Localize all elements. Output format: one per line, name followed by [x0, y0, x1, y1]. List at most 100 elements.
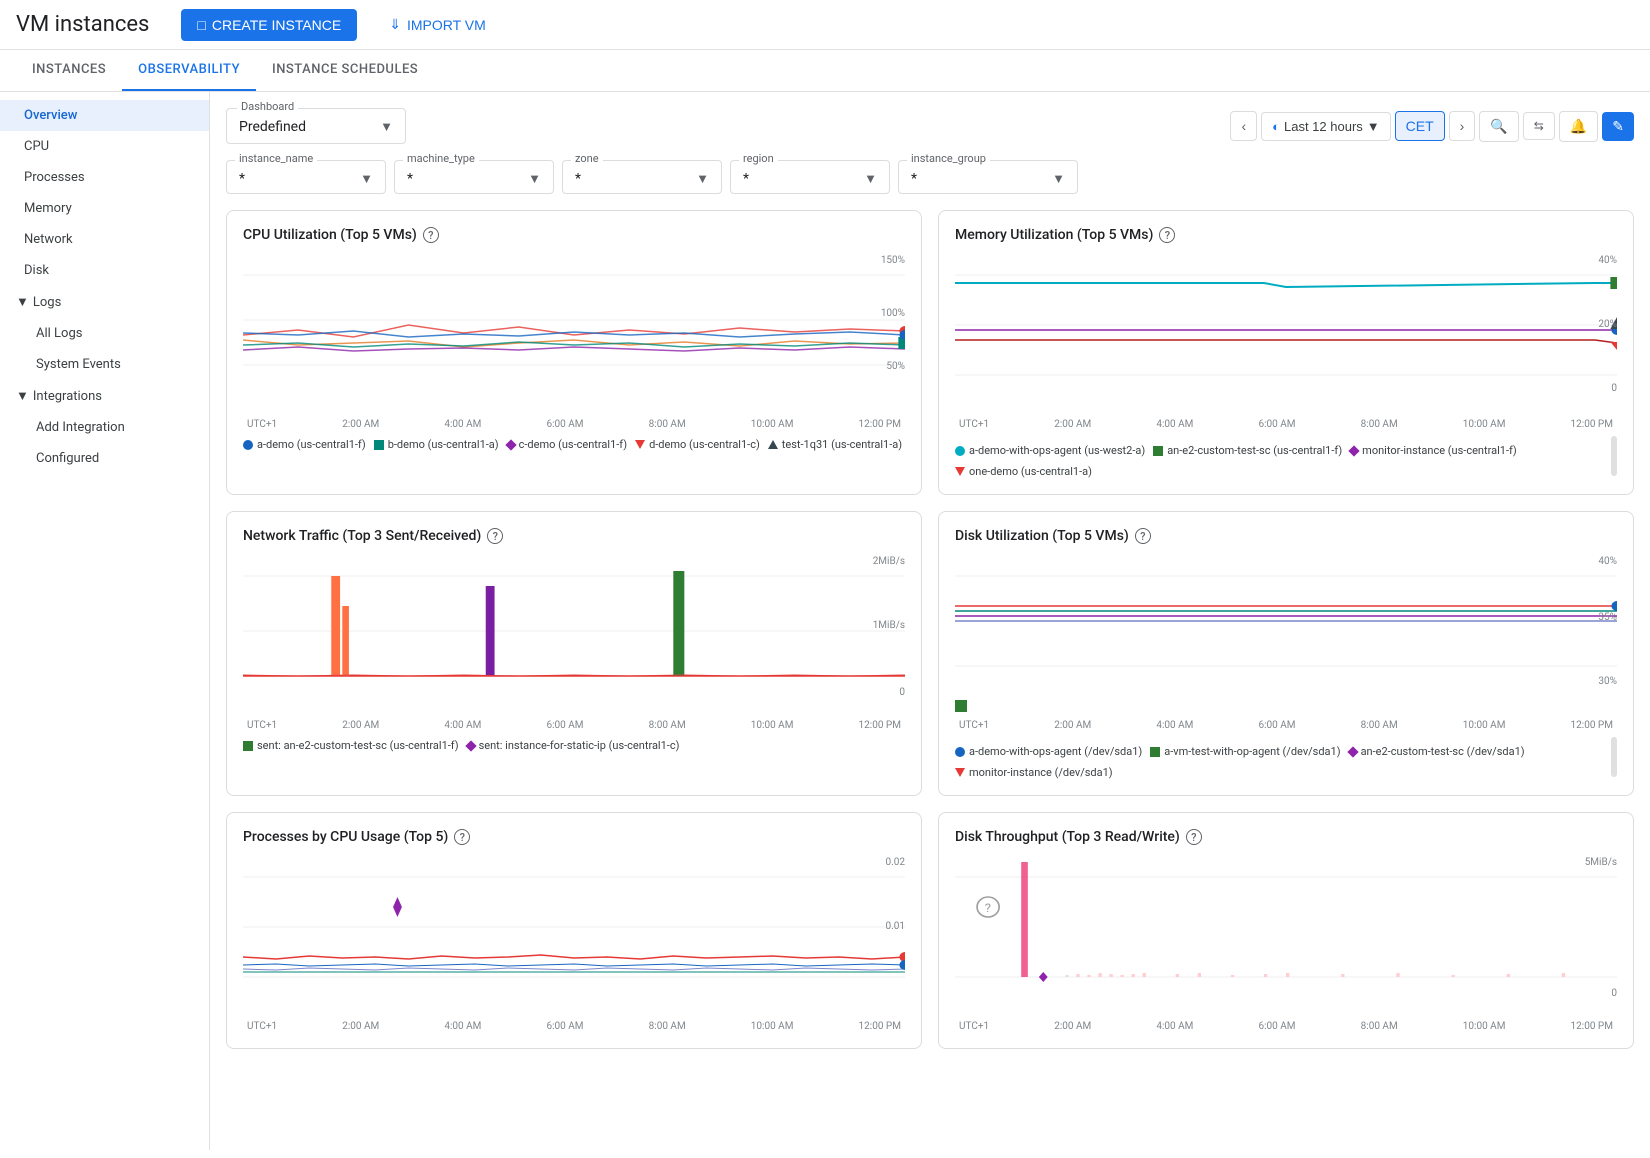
clock-icon: ◐ — [1272, 119, 1280, 134]
legend-diamond-c-demo — [505, 439, 516, 450]
disk-x-axis: UTC+12:00 AM4:00 AM6:00 AM8:00 AM10:00 A… — [955, 720, 1617, 731]
processes-x-axis: UTC+12:00 AM4:00 AM6:00 AM8:00 AM10:00 A… — [243, 1021, 905, 1032]
filter-dropdown-icon: ▼ — [1052, 171, 1065, 187]
time-dropdown-icon: ▼ — [1367, 119, 1380, 134]
memory-x-axis: UTC+12:00 AM4:00 AM6:00 AM8:00 AM10:00 A… — [955, 419, 1617, 430]
compare-button[interactable]: ⇆ — [1523, 112, 1555, 140]
memory-chart-svg — [955, 255, 1617, 395]
legend-monitor: monitor-instance (us-central1-f) — [1350, 444, 1517, 457]
filter-machine-type[interactable]: machine_type * ▼ — [394, 160, 554, 194]
tab-instance-schedules[interactable]: INSTANCE SCHEDULES — [256, 50, 434, 91]
memory-help-icon[interactable]: ? — [1159, 227, 1175, 243]
disk-chart-area: 40% 35% 30% — [955, 556, 1617, 716]
legend-sent-static: sent: instance-for-static-ip (us-central… — [467, 739, 680, 752]
create-instance-button[interactable]: □ CREATE INSTANCE — [181, 9, 357, 41]
legend-triangle-test-1q31 — [768, 440, 778, 449]
sidebar-item-configured[interactable]: Configured — [0, 443, 209, 474]
legend-item-c-demo: c-demo (us-central1-f) — [507, 438, 627, 451]
disk-throughput-chart-svg: ? — [955, 857, 1617, 997]
chevron-down-icon: ▼ — [16, 388, 29, 404]
timezone-button[interactable]: CET — [1395, 111, 1445, 141]
edit-button[interactable]: ✎ — [1602, 112, 1634, 141]
memory-scrollbar[interactable] — [1611, 436, 1617, 476]
legend-a-demo-disk: a-demo-with-ops-agent (/dev/sda1) — [955, 745, 1142, 758]
tab-instances[interactable]: INSTANCES — [16, 50, 122, 91]
disk-throughput-chart-area: 5MiB/s 0 ? — [955, 857, 1617, 1017]
sidebar-item-all-logs[interactable]: All Logs — [0, 318, 209, 349]
legend-monitor-disk: monitor-instance (/dev/sda1) — [955, 766, 1113, 779]
sidebar-item-disk[interactable]: Disk — [0, 255, 209, 286]
memory-chart-area: 40% 20% 0 — [955, 255, 1617, 415]
cpu-legend: a-demo (us-central1-f) b-demo (us-centra… — [243, 438, 905, 451]
cpu-y-min: 50% — [886, 361, 905, 372]
tab-observability[interactable]: OBSERVABILITY — [122, 50, 256, 91]
sidebar-group-integrations[interactable]: ▼ Integrations — [0, 380, 209, 412]
disk-legend-wrap: a-demo-with-ops-agent (/dev/sda1) a-vm-t… — [955, 737, 1617, 779]
memory-y-min: 0 — [1611, 383, 1617, 394]
sidebar-group-logs[interactable]: ▼ Logs — [0, 286, 209, 318]
chart-memory-title: Memory Utilization (Top 5 VMs) ? — [955, 227, 1617, 243]
nav-tabs: INSTANCES OBSERVABILITY INSTANCE SCHEDUL… — [0, 50, 1650, 92]
legend-item-test-1q31: test-1q31 (us-central1-a) — [768, 438, 902, 451]
legend-e2-custom-disk: an-e2-custom-test-sc (/dev/sda1) — [1349, 745, 1525, 758]
disk-scrollbar[interactable] — [1611, 737, 1617, 777]
network-y-mid: 1MiB/s — [873, 620, 905, 631]
top-header: VM instances □ CREATE INSTANCE ⇓ IMPORT … — [0, 0, 1650, 50]
network-help-icon[interactable]: ? — [487, 528, 503, 544]
chart-disk-throughput-title: Disk Throughput (Top 3 Read/Write) ? — [955, 829, 1617, 845]
memory-legend-wrap: a-demo-with-ops-agent (us-west2-a) an-e2… — [955, 436, 1617, 478]
legend-triangle-d-demo — [635, 440, 645, 449]
sidebar-item-system-events[interactable]: System Events — [0, 349, 209, 380]
disk-legend: a-demo-with-ops-agent (/dev/sda1) a-vm-t… — [955, 745, 1607, 779]
memory-legend: a-demo-with-ops-agent (us-west2-a) an-e2… — [955, 444, 1607, 478]
memory-y-max: 40% — [1598, 255, 1617, 266]
time-controls: ‹ ◐ Last 12 hours ▼ CET › 🔍 ⇆ 🔔 ✎ — [1230, 111, 1634, 142]
legend-e2-custom: an-e2-custom-test-sc (us-central1-f) — [1153, 444, 1342, 457]
disk-help-icon[interactable]: ? — [1135, 528, 1151, 544]
chart-network-traffic: Network Traffic (Top 3 Sent/Received) ? … — [226, 511, 922, 796]
alert-button[interactable]: 🔔 — [1559, 111, 1598, 142]
disk-throughput-help-icon[interactable]: ? — [1186, 829, 1202, 845]
create-icon: □ — [197, 17, 205, 33]
sidebar-item-memory[interactable]: Memory — [0, 193, 209, 224]
filter-dropdown-icon: ▼ — [696, 171, 709, 187]
content-area: Dashboard Predefined ▼ ‹ ◐ Last 12 hours… — [210, 92, 1650, 1150]
legend-item-b-demo: b-demo (us-central1-a) — [374, 438, 499, 451]
disk-throughput-y-min: 0 — [1611, 988, 1617, 999]
filter-zone[interactable]: zone * ▼ — [562, 160, 722, 194]
network-chart-svg — [243, 556, 905, 696]
charts-grid: CPU Utilization (Top 5 VMs) ? 150% 100% … — [226, 210, 1634, 1049]
sidebar-item-processes[interactable]: Processes — [0, 162, 209, 193]
next-time-button[interactable]: › — [1449, 111, 1476, 141]
processes-chart-svg — [243, 857, 905, 997]
filter-instance-name[interactable]: instance_name * ▼ — [226, 160, 386, 194]
filter-instance-group[interactable]: instance_group * ▼ — [898, 160, 1078, 194]
disk-chart-svg — [955, 556, 1617, 696]
chart-cpu-utilization: CPU Utilization (Top 5 VMs) ? 150% 100% … — [226, 210, 922, 495]
sidebar-item-network[interactable]: Network — [0, 224, 209, 255]
network-chart-area: 2MiB/s 1MiB/s 0 — [243, 556, 905, 716]
filter-dropdown-icon: ▼ — [864, 171, 877, 187]
prev-time-button[interactable]: ‹ — [1230, 111, 1257, 141]
import-vm-button[interactable]: ⇓ IMPORT VM — [373, 8, 502, 41]
sidebar-item-cpu[interactable]: CPU — [0, 131, 209, 162]
sidebar-item-add-integration[interactable]: Add Integration — [0, 412, 209, 443]
chart-disk-throughput: Disk Throughput (Top 3 Read/Write) ? 5Mi… — [938, 812, 1634, 1049]
disk-throughput-x-axis: UTC+12:00 AM4:00 AM6:00 AM8:00 AM10:00 A… — [955, 1021, 1617, 1032]
chart-processes: Processes by CPU Usage (Top 5) ? 0.02 0.… — [226, 812, 922, 1049]
chevron-down-icon: ▼ — [16, 294, 29, 310]
cpu-help-icon[interactable]: ? — [423, 227, 439, 243]
network-y-max: 2MiB/s — [873, 556, 905, 567]
filter-region[interactable]: region * ▼ — [730, 160, 890, 194]
search-button[interactable]: 🔍 — [1479, 111, 1518, 142]
processes-help-icon[interactable]: ? — [454, 829, 470, 845]
legend-a-demo-ops: a-demo-with-ops-agent (us-west2-a) — [955, 444, 1145, 457]
legend-item-a-demo: a-demo (us-central1-f) — [243, 438, 366, 451]
chart-memory-utilization: Memory Utilization (Top 5 VMs) ? 40% 20%… — [938, 210, 1634, 495]
cpu-y-mid: 100% — [881, 308, 905, 319]
sidebar-item-overview[interactable]: Overview — [0, 100, 209, 131]
svg-text:?: ? — [985, 902, 991, 916]
cpu-y-max: 150% — [881, 255, 905, 266]
time-range-button[interactable]: ◐ Last 12 hours ▼ — [1261, 112, 1391, 141]
page-title: VM instances — [16, 12, 149, 37]
